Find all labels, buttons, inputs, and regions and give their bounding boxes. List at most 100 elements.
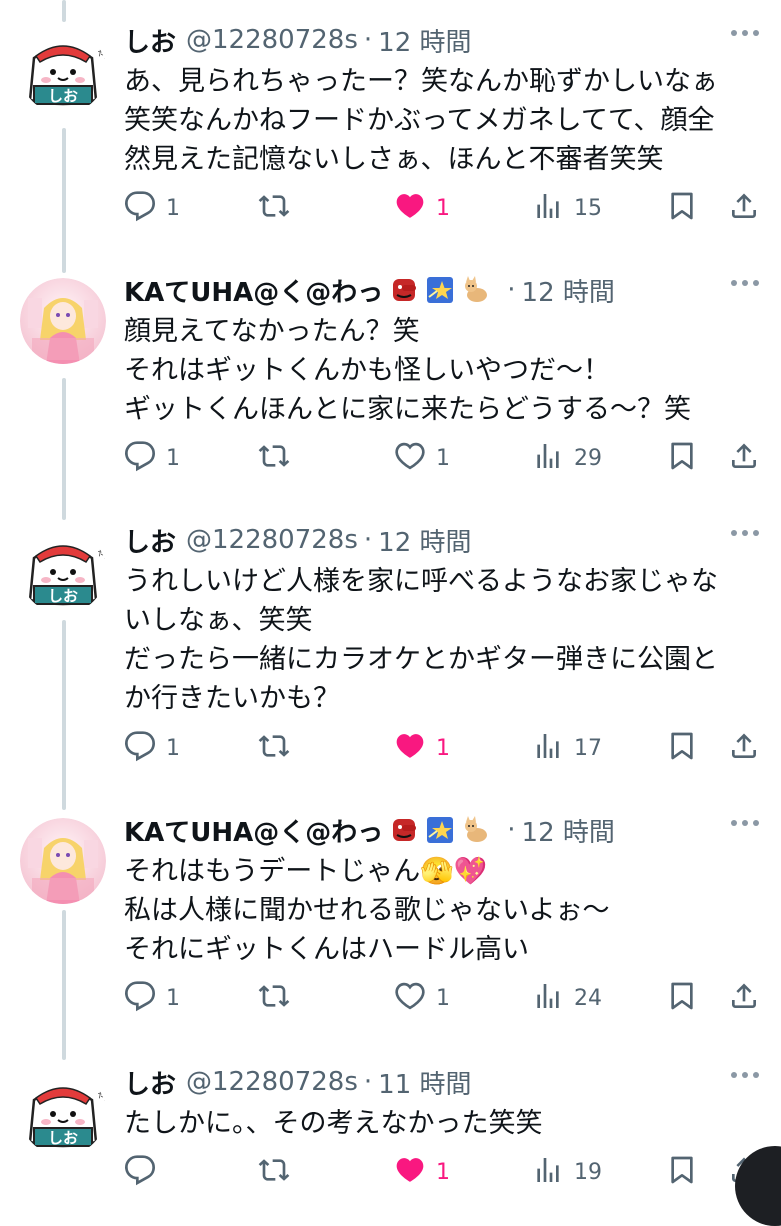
separator-dot: · [507, 815, 516, 845]
timestamp[interactable]: 12 時間 [522, 272, 615, 309]
user-handle[interactable]: @12280728s [186, 1067, 358, 1097]
share-button[interactable] [728, 728, 760, 768]
views-button[interactable]: 15 [532, 188, 602, 228]
thread-line [62, 620, 66, 810]
retweet-icon [258, 1154, 290, 1190]
timestamp[interactable]: 12 時間 [522, 812, 615, 849]
like-count: 1 [436, 195, 450, 221]
views-icon [532, 440, 564, 476]
display-name[interactable]: KAてUHA@く@わっ [124, 272, 383, 309]
more-options-icon[interactable] [731, 530, 759, 536]
reply-button[interactable] [124, 1152, 166, 1192]
star-emoji [425, 815, 455, 845]
display-name[interactable]: しお [124, 522, 176, 559]
separator-dot: · [363, 25, 373, 55]
display-name[interactable]: KAてUHA@く@わっ [124, 812, 383, 849]
share-button[interactable] [728, 188, 760, 228]
thread-line [62, 0, 66, 22]
timestamp[interactable]: 11 時間 [378, 1064, 471, 1101]
svg-text:しお: しお [48, 1129, 78, 1147]
separator-dot: · [507, 275, 516, 305]
reply-count: 1 [166, 985, 180, 1011]
tweet-actions: 1 1 15 [124, 188, 764, 228]
svg-text:しお: しお [48, 87, 78, 105]
retweet-icon [258, 190, 290, 226]
retweet-button[interactable] [258, 728, 290, 768]
tweet-actions: 1 1 29 [124, 438, 764, 478]
reply-icon [124, 980, 156, 1016]
tweet-text: たしかに。、その考えなかった笑笑 [124, 1108, 543, 1139]
heart-icon [394, 730, 426, 766]
views-button[interactable]: 24 [532, 978, 602, 1018]
reply-count: 1 [166, 735, 180, 761]
bookmark-icon [666, 980, 698, 1016]
like-button[interactable]: 1 [394, 1152, 450, 1192]
retweet-button[interactable] [258, 1152, 290, 1192]
bookmark-button[interactable] [666, 1152, 698, 1192]
tweet-text: それはもうデートじゃん🫣💖 私は人様に聞かせれる歌じゃないよぉ〜 それにギットく… [124, 856, 610, 965]
retweet-button[interactable] [258, 978, 290, 1018]
svg-text:しお: しお [48, 587, 78, 605]
timestamp[interactable]: 12 時間 [378, 522, 471, 559]
avatar[interactable] [20, 818, 106, 904]
more-options-icon[interactable] [731, 820, 759, 826]
tweet-header: KAてUHA@く@わっ · 12 時間 [124, 810, 615, 850]
user-handle[interactable]: @12280728s [186, 25, 358, 55]
reply-button[interactable]: 1 [124, 438, 180, 478]
bookmark-button[interactable] [666, 188, 698, 228]
user-handle[interactable]: @12280728s [186, 525, 358, 555]
star-emoji [425, 275, 455, 305]
views-button[interactable]: 29 [532, 438, 602, 478]
views-button[interactable]: 17 [532, 728, 602, 768]
cat-emoji [461, 275, 491, 305]
share-icon [728, 980, 760, 1016]
like-count: 1 [436, 985, 450, 1011]
views-button[interactable]: 19 [532, 1152, 602, 1192]
reply-icon [124, 1154, 156, 1190]
more-options-icon[interactable] [731, 30, 759, 36]
tweet-actions: 1 1 24 [124, 978, 764, 1018]
avatar[interactable]: しお やあ! [20, 1070, 106, 1156]
reply-button[interactable]: 1 [124, 978, 180, 1018]
like-button[interactable]: 1 [394, 188, 450, 228]
reply-button[interactable]: 1 [124, 188, 180, 228]
reply-icon [124, 440, 156, 476]
bookmark-button[interactable] [666, 728, 698, 768]
tweet-header: しお @12280728s · 11 時間 [124, 1062, 472, 1102]
more-options-icon[interactable] [731, 280, 759, 286]
views-icon [532, 1154, 564, 1190]
reply-button[interactable]: 1 [124, 728, 180, 768]
heart-icon [394, 1154, 426, 1190]
avatar[interactable]: しお やあ! [20, 28, 106, 114]
reply-count: 1 [166, 445, 180, 471]
avatar[interactable]: しお やあ! [20, 528, 106, 614]
like-button[interactable]: 1 [394, 978, 450, 1018]
tengu-emoji [389, 275, 419, 305]
retweet-button[interactable] [258, 188, 290, 228]
share-button[interactable] [728, 438, 760, 478]
retweet-icon [258, 980, 290, 1016]
bookmark-icon [666, 190, 698, 226]
heart-icon [394, 980, 426, 1016]
tweet-text: あ、見られちゃったー？笑なんか恥ずかしいなぁ 笑笑なんかねフードかぶってメガネし… [124, 66, 718, 175]
share-button[interactable] [728, 978, 760, 1018]
view-count: 19 [574, 1159, 602, 1185]
display-name[interactable]: しお [124, 1064, 176, 1101]
retweet-button[interactable] [258, 438, 290, 478]
avatar[interactable] [20, 278, 106, 364]
thread-line [62, 128, 66, 273]
retweet-icon [258, 730, 290, 766]
like-count: 1 [436, 445, 450, 471]
like-button[interactable]: 1 [394, 728, 450, 768]
bookmark-button[interactable] [666, 438, 698, 478]
separator-dot: · [363, 525, 373, 555]
views-icon [532, 980, 564, 1016]
heart-icon [394, 190, 426, 226]
display-name[interactable]: しお [124, 22, 176, 59]
bookmark-button[interactable] [666, 978, 698, 1018]
more-options-icon[interactable] [731, 1072, 759, 1078]
like-button[interactable]: 1 [394, 438, 450, 478]
view-count: 29 [574, 445, 602, 471]
timestamp[interactable]: 12 時間 [378, 22, 471, 59]
view-count: 17 [574, 735, 602, 761]
